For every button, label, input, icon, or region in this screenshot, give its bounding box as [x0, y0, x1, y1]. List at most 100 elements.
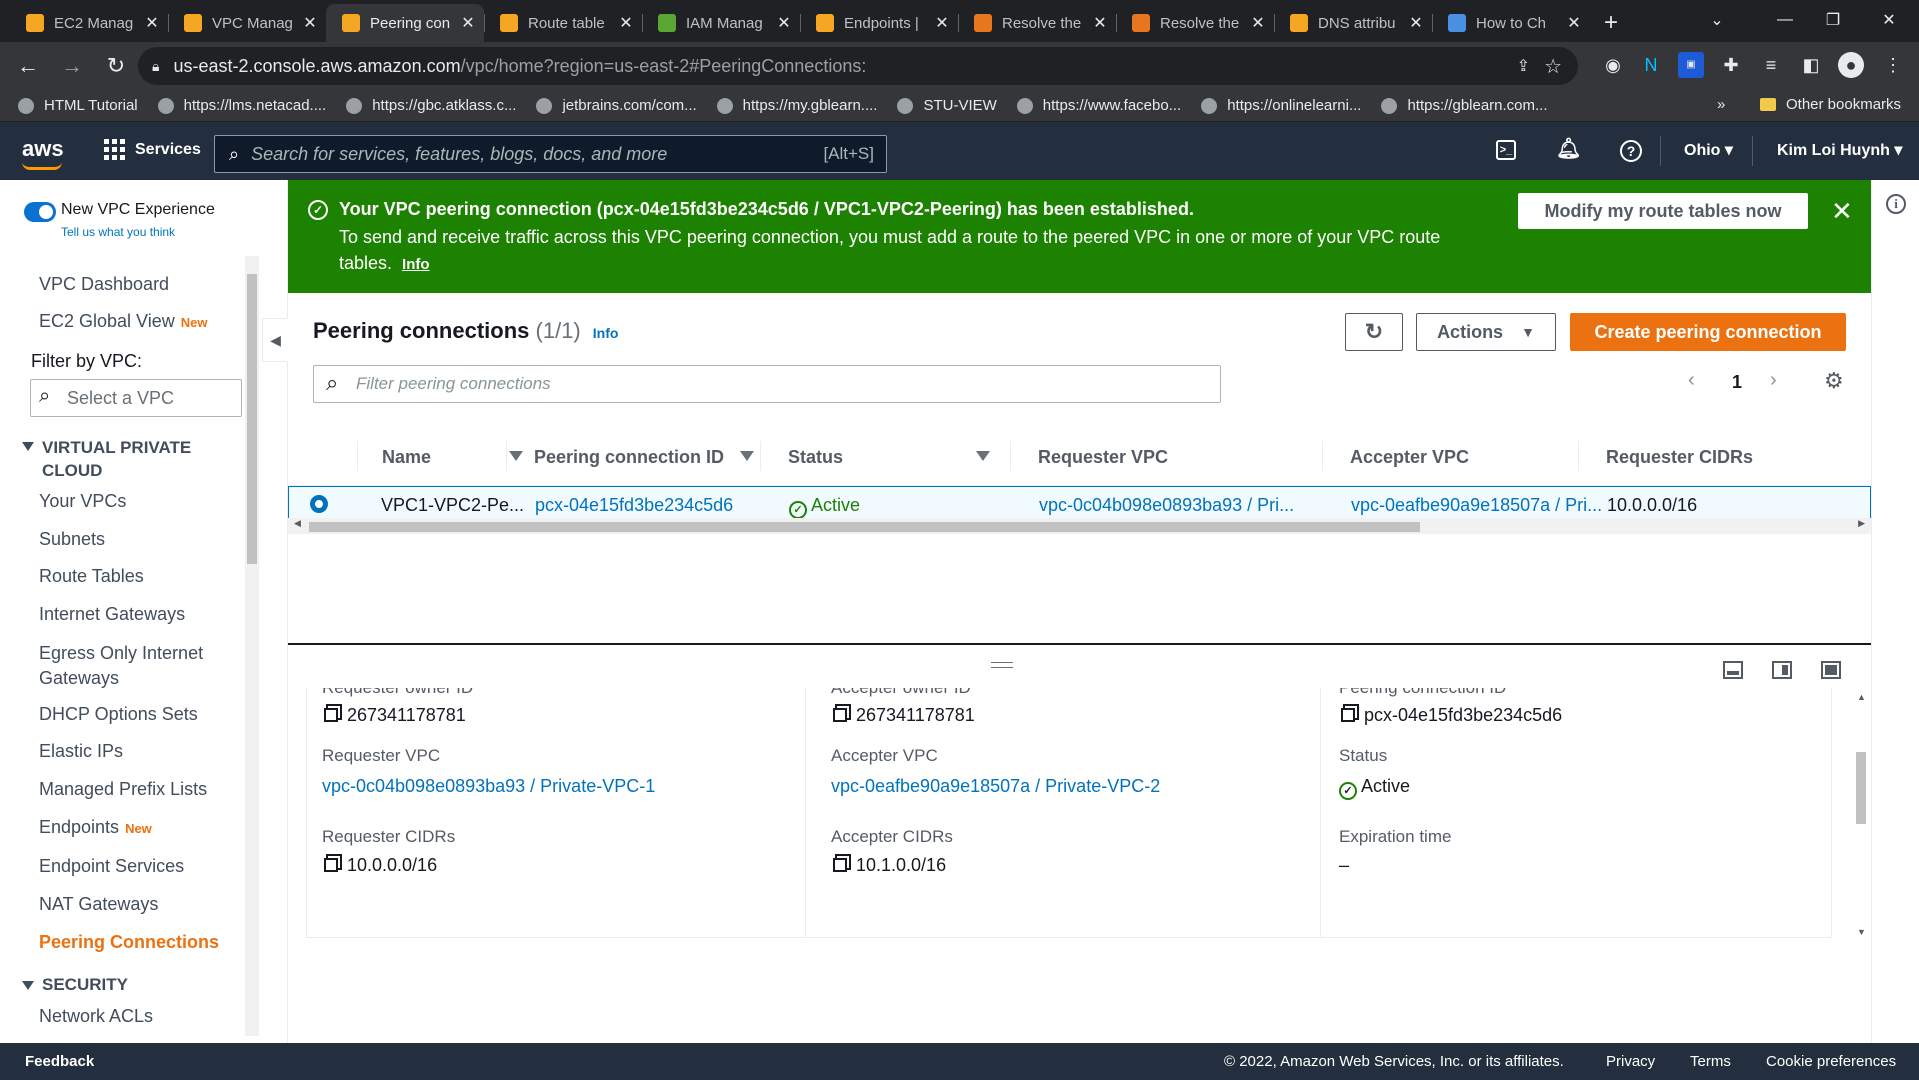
footer-privacy[interactable]: Privacy	[1606, 1053, 1655, 1070]
browser-tab[interactable]: VPC Manag ✕	[168, 4, 326, 42]
table-scrollbar-thumb[interactable]	[309, 522, 1420, 532]
copy-icon[interactable]	[324, 708, 338, 722]
prev-page-icon[interactable]: ‹	[1688, 369, 1695, 392]
bookmark-item[interactable]: https://www.facebo...	[1016, 97, 1181, 114]
refresh-button[interactable]: ↻	[1345, 313, 1403, 351]
scroll-left-icon[interactable]: ◀	[294, 518, 301, 529]
reload-icon[interactable]: ↻	[94, 53, 138, 79]
sidebar-item-endpoint-services[interactable]: Endpoint Services	[39, 856, 184, 877]
aws-logo[interactable]: aws	[22, 136, 64, 162]
dismiss-flash-icon[interactable]: ✕	[1831, 196, 1853, 227]
sidebar-item-vpc-dashboard[interactable]: VPC Dashboard	[39, 274, 169, 295]
services-menu[interactable]: Services	[104, 139, 201, 160]
modify-route-tables-button[interactable]: Modify my route tables now	[1518, 193, 1808, 229]
browser-tab[interactable]: Peering con ✕	[326, 4, 484, 42]
next-page-icon[interactable]: ›	[1770, 369, 1777, 392]
copy-icon[interactable]	[833, 858, 847, 872]
bookmarks-overflow-chevron[interactable]: »	[1717, 96, 1725, 113]
row-select-radio[interactable]	[310, 495, 328, 513]
tab-close-icon[interactable]: ✕	[618, 13, 634, 33]
share-icon[interactable]: ⇪	[1517, 56, 1530, 76]
browser-tab[interactable]: How to Ch ✕	[1432, 4, 1590, 42]
tab-search-icon[interactable]: ⌄	[1694, 0, 1740, 40]
sidebar-item-nat-gateways[interactable]: NAT Gateways	[39, 894, 158, 915]
cell-accepter-vpc-link[interactable]: vpc-0eafbe90a9e18507a / Pri...	[1351, 495, 1602, 516]
profile-avatar-icon[interactable]: ●	[1838, 52, 1864, 78]
bookmark-item[interactable]: jetbrains.com/com...	[536, 97, 697, 114]
details-scrollbar-thumb[interactable]	[1856, 752, 1866, 824]
col-header-requester-vpc[interactable]: Requester VPC	[1038, 447, 1168, 468]
browser-tab[interactable]: DNS attribu ✕	[1274, 4, 1432, 42]
sidebar-item-endpoints[interactable]: Endpoints New	[39, 817, 152, 838]
sidebar-item-route-tables[interactable]: Route Tables	[39, 566, 144, 587]
cell-requester-vpc-link[interactable]: vpc-0c04b098e0893ba93 / Pri...	[1039, 495, 1294, 516]
dock-bottom-icon[interactable]	[1723, 661, 1743, 679]
region-selector[interactable]: Ohio ▾	[1684, 140, 1733, 160]
tab-close-icon[interactable]: ✕	[1092, 13, 1108, 33]
other-bookmarks[interactable]: Other bookmarks	[1760, 96, 1901, 113]
bookmark-item[interactable]: https://gbc.atklass.c...	[346, 97, 516, 114]
maximize-panel-icon[interactable]	[1821, 661, 1841, 679]
bookmark-item[interactable]: https://my.gblearn....	[716, 97, 877, 114]
copy-icon[interactable]	[1341, 708, 1355, 722]
page-number[interactable]: 1	[1732, 372, 1742, 393]
sidebar-item-elastic-ips[interactable]: Elastic IPs	[39, 741, 123, 762]
sidebar-item-managed-prefix-lists[interactable]: Managed Prefix Lists	[39, 779, 207, 800]
section-security[interactable]: SECURITY	[22, 975, 128, 995]
copy-icon[interactable]	[324, 858, 338, 872]
browser-tab[interactable]: Route table ✕	[484, 4, 642, 42]
vpc-filter-select[interactable]: ⌕ Select a VPC	[30, 379, 242, 417]
copy-icon[interactable]	[833, 708, 847, 722]
footer-feedback[interactable]: Feedback	[25, 1053, 94, 1070]
tab-close-icon[interactable]: ✕	[1408, 13, 1424, 33]
scroll-up-icon[interactable]: ▲	[1857, 692, 1866, 702]
feedback-link[interactable]: Tell us what you think	[61, 225, 175, 239]
bookmark-item[interactable]: https://onlinelearni...	[1201, 97, 1361, 114]
tab-close-icon[interactable]: ✕	[934, 13, 950, 33]
tab-close-icon[interactable]: ✕	[1250, 13, 1266, 33]
footer-terms[interactable]: Terms	[1690, 1053, 1731, 1070]
split-panel-divider[interactable]	[288, 643, 1871, 645]
flash-info-link[interactable]: Info	[402, 256, 430, 273]
bookmark-item[interactable]: HTML Tutorial	[18, 97, 138, 114]
bookmark-item[interactable]: STU-VIEW	[897, 97, 997, 114]
account-menu[interactable]: Kim Loi Huynh ▾	[1777, 140, 1902, 160]
notifications-bell-icon[interactable]: 🔔︎	[1556, 136, 1581, 161]
close-window-icon[interactable]: ✕	[1866, 0, 1912, 40]
minimize-icon[interactable]: —	[1762, 0, 1808, 40]
aws-search-input[interactable]: ⌕ Search for services, features, blogs, …	[214, 135, 887, 173]
browser-tab[interactable]: Endpoints | ✕	[800, 4, 958, 42]
address-bar[interactable]: 🔒︎ us-east-2.console.aws.amazon.com/vpc/…	[138, 47, 1578, 85]
browser-tab[interactable]: Resolve the ✕	[958, 4, 1116, 42]
filter-peering-connections-input[interactable]: ⌕ Filter peering connections	[313, 365, 1221, 403]
browser-menu-icon[interactable]: ⋮	[1880, 52, 1906, 78]
extension-icon[interactable]: ◉	[1600, 52, 1626, 78]
tab-close-icon[interactable]: ✕	[460, 13, 476, 33]
media-control-icon[interactable]: ≡	[1758, 52, 1784, 78]
forward-icon[interactable]: →	[50, 53, 94, 79]
section-virtual-private-cloud[interactable]: VIRTUAL PRIVATE CLOUD	[22, 436, 191, 482]
browser-tab[interactable]: Resolve the ✕	[1116, 4, 1274, 42]
sidebar-item-network-acls[interactable]: Network ACLs	[39, 1006, 153, 1027]
requester-vpc-link[interactable]: vpc-0c04b098e0893ba93 / Private-VPC-1	[322, 776, 655, 797]
col-header-accepter-vpc[interactable]: Accepter VPC	[1350, 447, 1469, 468]
new-vpc-experience-toggle[interactable]	[24, 202, 56, 222]
sidebar-item-egress-only-internet-gateways[interactable]: Egress Only Internet Gateways	[39, 641, 203, 691]
col-header-requester-cidrs[interactable]: Requester CIDRs	[1606, 447, 1753, 468]
browser-tab[interactable]: IAM Manag ✕	[642, 4, 800, 42]
bookmark-item[interactable]: https://lms.netacad....	[157, 97, 326, 114]
details-vertical-scrollbar[interactable]: ▲ ▼	[1853, 692, 1869, 937]
tab-close-icon[interactable]: ✕	[144, 13, 160, 33]
extension-new-icon[interactable]: ▣	[1678, 52, 1704, 78]
col-header-name[interactable]: Name	[382, 447, 523, 468]
dock-side-icon[interactable]	[1772, 661, 1792, 679]
restore-icon[interactable]: ❐	[1810, 0, 1856, 40]
actions-dropdown[interactable]: Actions ▼	[1416, 313, 1556, 351]
back-icon[interactable]: ←	[6, 53, 50, 79]
bookmark-star-icon[interactable]: ☆	[1544, 54, 1562, 79]
scroll-down-icon[interactable]: ▼	[1857, 927, 1866, 937]
new-tab-icon[interactable]: +	[1590, 4, 1632, 42]
col-header-status[interactable]: Status	[788, 447, 990, 468]
tab-close-icon[interactable]: ✕	[302, 13, 318, 33]
sidebar-item-dhcp-options-sets[interactable]: DHCP Options Sets	[39, 704, 198, 725]
